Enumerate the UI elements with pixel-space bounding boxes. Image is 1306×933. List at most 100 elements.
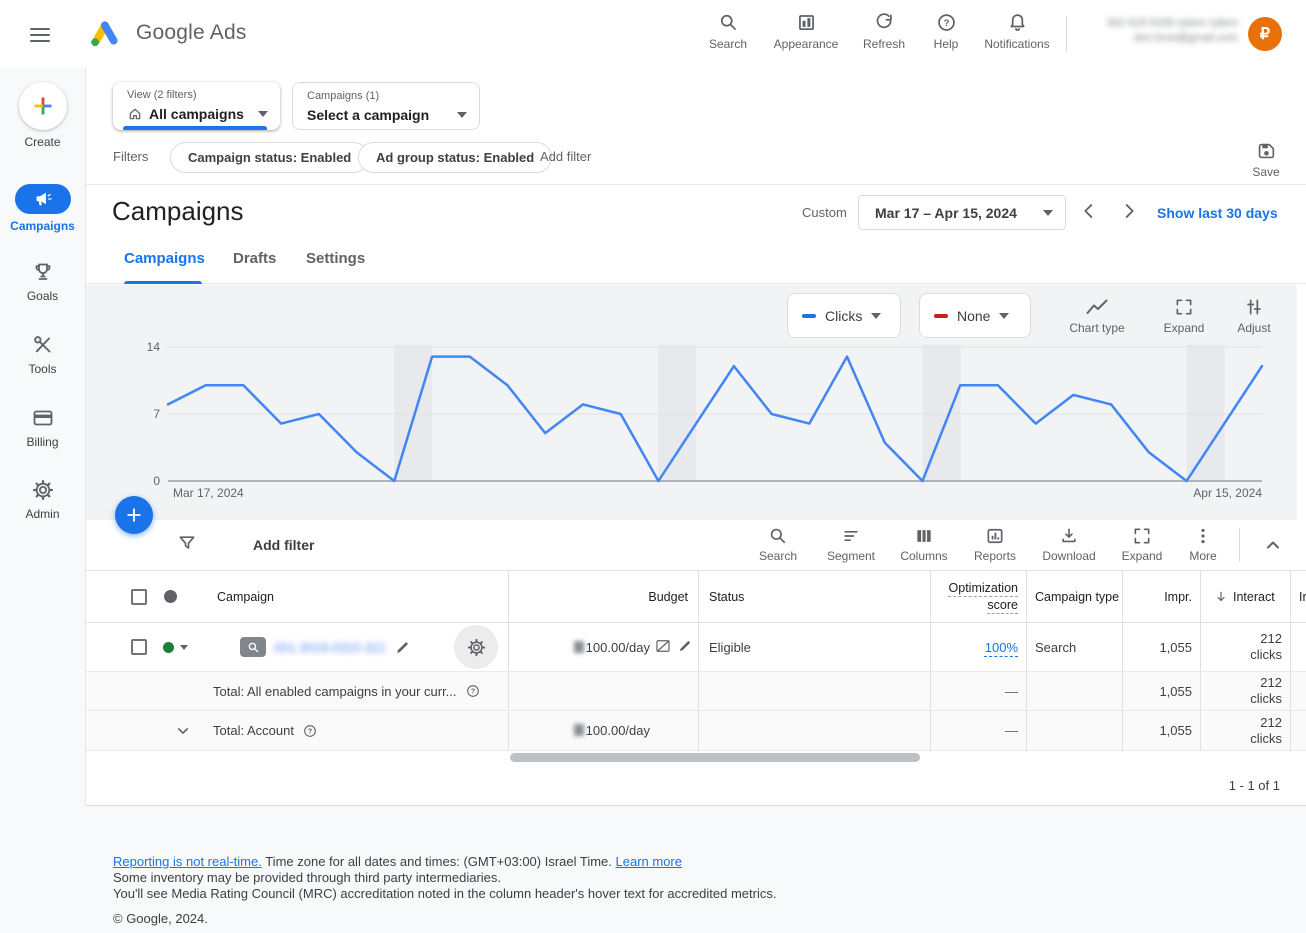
topnav-appearance[interactable]: Appearance — [768, 12, 844, 51]
home-icon — [127, 106, 143, 122]
avatar[interactable]: ₽ — [1248, 17, 1282, 51]
topnav-help[interactable]: ? Help — [926, 12, 966, 51]
sidebar-item-create[interactable]: Create — [0, 82, 85, 149]
sidebar: Create Campaigns Goals Tools Billing — [0, 68, 86, 806]
megaphone-icon — [33, 189, 53, 209]
campaign-settings-button[interactable] — [454, 625, 498, 669]
sidebar-item-billing[interactable]: Billing — [0, 406, 85, 449]
impressions-cell: 1,055 — [1122, 711, 1200, 750]
topbar-divider — [1066, 16, 1067, 52]
col-interactions[interactable]: Interact — [1200, 571, 1290, 622]
table-segment-button[interactable]: Segment — [819, 526, 883, 563]
help-icon: ? — [936, 12, 957, 33]
menu-icon[interactable] — [27, 23, 53, 47]
horizontal-scrollbar[interactable] — [510, 753, 920, 762]
metric-selector-primary[interactable]: Clicks — [787, 293, 901, 338]
topnav-search[interactable]: Search — [700, 12, 756, 51]
metric-selector-secondary[interactable]: None — [919, 293, 1031, 338]
view-picker[interactable]: View (2 filters) All campaigns — [113, 82, 280, 130]
select-all-checkbox[interactable] — [131, 589, 147, 605]
weekend-band — [923, 345, 961, 481]
learn-more-link[interactable]: Learn more — [616, 854, 682, 869]
weekend-band — [1187, 345, 1225, 481]
col-status[interactable]: Status — [698, 571, 930, 622]
campaign-type-cell: Search — [1026, 623, 1122, 671]
col-campaign-type[interactable]: Campaign type — [1026, 571, 1122, 622]
table-row-campaign[interactable]: 001.3019.0310.321 100.00/day Eligible 10… — [86, 623, 1306, 672]
chart-adjust-button[interactable]: Adjust — [1226, 297, 1282, 335]
topnav-notifications[interactable]: Notifications — [975, 12, 1059, 51]
optimization-score-link[interactable]: 100% — [985, 640, 1018, 655]
sidebar-item-goals[interactable]: Goals — [0, 260, 85, 303]
table-more-button[interactable]: More — [1171, 526, 1235, 563]
expand-row-chevron-icon[interactable] — [173, 721, 193, 741]
add-filter-link[interactable]: Add filter — [540, 149, 591, 164]
col-optimization-score[interactable]: Optimization score — [930, 571, 1026, 622]
col-campaign[interactable]: Campaign — [205, 571, 508, 622]
campaign-picker[interactable]: Campaigns (1) Select a campaign — [292, 82, 480, 130]
chart-expand-button[interactable]: Expand — [1156, 297, 1212, 335]
search-icon — [718, 12, 739, 33]
sidebar-item-campaigns[interactable]: Campaigns — [0, 184, 85, 233]
campaigns-table: Add filter Search Segment Columns Report… — [86, 520, 1306, 806]
toolbar-divider — [1239, 528, 1240, 562]
chart-type-button[interactable]: Chart type — [1062, 297, 1132, 335]
table-reports-button[interactable]: Reports — [963, 526, 1027, 563]
plus-icon — [124, 505, 144, 525]
edit-pencil-icon[interactable] — [394, 639, 411, 656]
date-range-picker[interactable]: Mar 17 – Apr 15, 2024 — [858, 195, 1066, 230]
show-last-30-days-link[interactable]: Show last 30 days — [1157, 205, 1278, 221]
search-icon — [247, 641, 260, 654]
plus-multicolor-icon — [31, 94, 55, 118]
table-search-button[interactable]: Search — [746, 526, 810, 563]
status-caret-icon[interactable] — [180, 645, 188, 650]
budget-cell[interactable]: 100.00/day — [508, 623, 698, 671]
collapse-table-chevron[interactable] — [1261, 533, 1285, 557]
reports-icon — [985, 526, 1005, 546]
reporting-link[interactable]: Reporting is not real-time. — [113, 854, 262, 869]
table-download-button[interactable]: Download — [1037, 526, 1101, 563]
add-campaign-fab[interactable] — [115, 496, 153, 534]
view-picker-active-bar — [123, 126, 267, 130]
topnav-refresh[interactable]: Refresh — [854, 12, 914, 51]
col-impressions[interactable]: Impr. — [1122, 571, 1200, 622]
more-icon — [1193, 526, 1213, 546]
filter-funnel-icon[interactable] — [177, 533, 197, 553]
table-columns-button[interactable]: Columns — [892, 526, 956, 563]
sidebar-item-tools[interactable]: Tools — [0, 333, 85, 376]
view-picker-label: View (2 filters) — [127, 89, 196, 101]
account-info-redacted: 392 818 9339 rytwrs rylwrs dori.frost@gm… — [1070, 16, 1238, 46]
help-icon[interactable]: ? — [302, 723, 318, 739]
budget-cell: 100.00/day — [508, 711, 698, 750]
table-add-filter[interactable]: Add filter — [253, 537, 314, 553]
sidebar-item-admin[interactable]: Admin — [0, 478, 85, 521]
filter-chip-campaign-status[interactable]: Campaign status: Enabled — [170, 142, 369, 173]
view-picker-value: All campaigns — [149, 106, 244, 122]
table-expand-button[interactable]: Expand — [1110, 526, 1174, 563]
filter-chip-adgroup-status[interactable]: Ad group status: Enabled — [358, 142, 552, 173]
campaign-name-redacted[interactable]: 001.3019.0310.321 — [274, 640, 386, 655]
svg-text:?: ? — [943, 18, 949, 29]
date-prev-button[interactable] — [1078, 200, 1100, 222]
date-next-button[interactable] — [1118, 200, 1140, 222]
col-next-partial[interactable]: Ir — [1290, 571, 1306, 622]
campaign-picker-label: Campaigns (1) — [307, 90, 379, 102]
y-tick-label: 14 — [147, 340, 161, 354]
campaigns-pill — [15, 184, 71, 214]
table-row-total-account: Total: Account ? 100.00/day — 1,055 212c… — [86, 711, 1306, 751]
tab-drafts[interactable]: Drafts — [233, 250, 276, 267]
gear-icon — [31, 478, 55, 502]
status-enabled-dot — [163, 642, 174, 653]
row-checkbox[interactable] — [131, 639, 147, 655]
clicks-line-chart[interactable]: 0714Mar 17, 2024Apr 15, 2024 — [110, 337, 1300, 503]
svg-text:?: ? — [470, 689, 474, 696]
tab-campaigns[interactable]: Campaigns — [124, 250, 205, 267]
date-range-value: Mar 17 – Apr 15, 2024 — [875, 205, 1043, 221]
help-icon[interactable]: ? — [465, 683, 481, 699]
save-button[interactable]: Save — [1245, 140, 1287, 179]
col-budget[interactable]: Budget — [508, 571, 698, 622]
edit-pencil-icon[interactable] — [677, 638, 693, 654]
tab-settings[interactable]: Settings — [306, 250, 365, 267]
create-button[interactable] — [19, 82, 67, 130]
table-toolbar: Add filter Search Segment Columns Report… — [86, 520, 1306, 570]
